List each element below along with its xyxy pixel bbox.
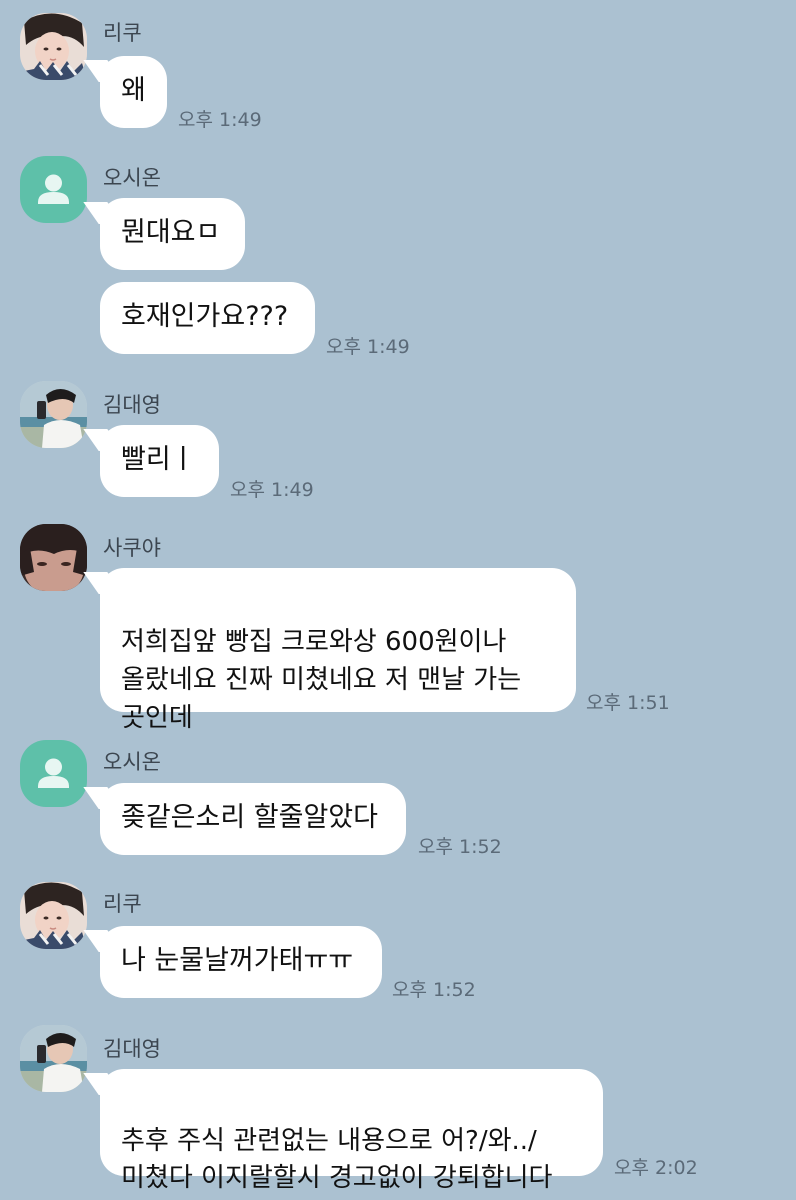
chat-room: 리쿠 왜 오후 1:49 오시온 뭔대요ㅁ 호재인가요??? 오후 1:49 김… [0, 0, 796, 1200]
default-person-icon[interactable] [20, 156, 87, 223]
sender-name: 오시온 [103, 750, 161, 774]
default-person-icon[interactable] [20, 740, 87, 807]
message-text: 뭔대요ㅁ [121, 217, 221, 248]
message-text: 나 눈물날꺼가태ㅠㅠ [121, 945, 354, 976]
message-text: 추후 주식 관련없는 내용으로 어?/와../ 미쳤다 이지랄할시 경고없이 강… [121, 1126, 553, 1193]
sender-name: 사쿠야 [103, 536, 161, 560]
message-bubble[interactable]: 좆같은소리 할줄알았다 [100, 783, 406, 855]
photo-avatar-riku[interactable] [20, 882, 87, 949]
message-timestamp: 오후 1:49 [326, 336, 410, 358]
message-timestamp: 오후 1:52 [418, 836, 502, 858]
message-timestamp: 오후 1:49 [230, 479, 314, 501]
message-bubble[interactable]: 호재인가요??? [100, 282, 315, 354]
photo-avatar-kim[interactable] [20, 1025, 87, 1092]
message-bubble[interactable]: 저희집앞 빵집 크로와상 600원이나 올랐네요 진짜 미쳤네요 저 맨날 가는… [100, 568, 576, 733]
sender-name: 오시온 [103, 166, 161, 190]
sender-name: 리쿠 [103, 21, 142, 45]
message-bubble[interactable]: 왜 [100, 56, 167, 128]
message-text: 왜 [121, 75, 146, 106]
message-text: 호재인가요??? [121, 301, 289, 332]
message-text: 좆같은소리 할줄알았다 [121, 802, 378, 833]
message-timestamp: 오후 2:02 [614, 1157, 698, 1179]
message-text: 저희집앞 빵집 크로와상 600원이나 올랐네요 진짜 미쳤네요 저 맨날 가는… [121, 627, 522, 733]
message-timestamp: 오후 1:51 [586, 692, 670, 714]
message-bubble[interactable]: 빨리ㅣ [100, 425, 219, 497]
sender-name: 리쿠 [103, 892, 142, 916]
message-text: 빨리ㅣ [121, 444, 196, 475]
message-timestamp: 오후 1:52 [392, 979, 476, 1001]
message-bubble[interactable]: 나 눈물날꺼가태ㅠㅠ [100, 926, 382, 998]
sender-name: 김대영 [103, 1037, 161, 1061]
message-bubble[interactable]: 뭔대요ㅁ [100, 198, 245, 270]
photo-avatar-kim[interactable] [20, 381, 87, 448]
sender-name: 김대영 [103, 393, 161, 417]
message-timestamp: 오후 1:49 [178, 109, 262, 131]
photo-avatar-riku[interactable] [20, 13, 87, 80]
message-bubble[interactable]: 추후 주식 관련없는 내용으로 어?/와../ 미쳤다 이지랄할시 경고없이 강… [100, 1069, 603, 1193]
photo-avatar-sakuya[interactable] [20, 524, 87, 591]
